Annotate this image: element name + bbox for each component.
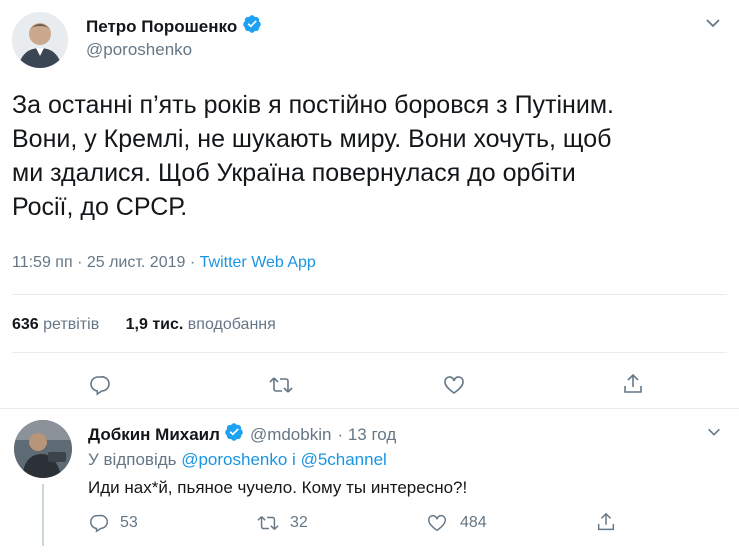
like-count: 484 <box>460 514 487 531</box>
reply-button[interactable] <box>88 373 112 397</box>
divider <box>0 408 739 409</box>
author-avatar[interactable] <box>12 12 68 68</box>
mention-link[interactable]: @5channel <box>301 450 387 469</box>
verified-badge-icon <box>224 422 244 447</box>
tweet-timestamp[interactable]: 11:59 пп · 25 лист. 2019 · <box>12 254 200 271</box>
author-handle[interactable]: @poroshenko <box>86 40 192 60</box>
chevron-down-icon[interactable] <box>704 14 722 37</box>
tweet-text: За останні п’ять років я постійно боровс… <box>12 88 732 224</box>
reply-author-name[interactable]: Добкин Михаил <box>88 425 220 445</box>
like-button[interactable] <box>442 373 466 397</box>
reply-author-avatar[interactable] <box>14 420 72 478</box>
verified-badge-icon <box>242 14 262 39</box>
heart-icon <box>428 514 446 532</box>
chevron-down-icon[interactable] <box>706 424 722 445</box>
share-icon <box>597 512 615 531</box>
tweet-text-line: За останні п’ять років я постійно боровс… <box>12 91 614 119</box>
mention-link[interactable]: @poroshenko <box>181 450 287 469</box>
reply-text: Иди нах*й, пьяное чучело. Кому ты интере… <box>88 478 468 497</box>
thread-line <box>42 484 44 546</box>
retweet-button[interactable]: 32 <box>256 512 308 534</box>
retweet-count: 32 <box>290 514 308 531</box>
reply-timestamp[interactable]: · 13 год <box>337 425 396 445</box>
tweet-source-link[interactable]: Twitter Web App <box>200 254 316 271</box>
retweet-icon <box>257 516 279 530</box>
reply-count: 53 <box>120 514 138 531</box>
reply-icon <box>90 375 110 396</box>
divider <box>12 352 727 353</box>
tweet-text-line: Росії, до СРСР. <box>12 193 188 221</box>
author-name[interactable]: Петро Порошенко <box>86 17 237 37</box>
retweet-button[interactable] <box>268 373 294 397</box>
tweet-meta: 11:59 пп · 25 лист. 2019 · Twitter Web A… <box>12 254 316 272</box>
reply-author-handle[interactable]: @mdobkin <box>250 425 332 445</box>
tweet-text-line: Вони, у Кремлі, не шукають миру. Вони хо… <box>12 125 612 153</box>
like-button[interactable]: 484 <box>426 512 487 534</box>
share-icon <box>624 373 642 393</box>
retweets-stat[interactable]: 636 ретвітів <box>12 316 99 333</box>
share-button[interactable] <box>595 511 617 533</box>
share-button[interactable] <box>621 372 645 396</box>
heart-icon <box>444 376 464 394</box>
reply-icon <box>90 514 108 533</box>
divider <box>12 294 727 295</box>
reply-button[interactable]: 53 <box>88 512 138 534</box>
tweet-stats: 636 ретвітів 1,9 тис. вподобання <box>12 316 276 334</box>
tweet-text-line: ми здалися. Щоб Україна повернулася до о… <box>12 159 576 187</box>
retweet-icon <box>269 377 293 393</box>
reply-to-context: У відповідь @poroshenko і @5channel <box>88 450 387 469</box>
likes-stat[interactable]: 1,9 тис. вподобання <box>126 316 276 333</box>
